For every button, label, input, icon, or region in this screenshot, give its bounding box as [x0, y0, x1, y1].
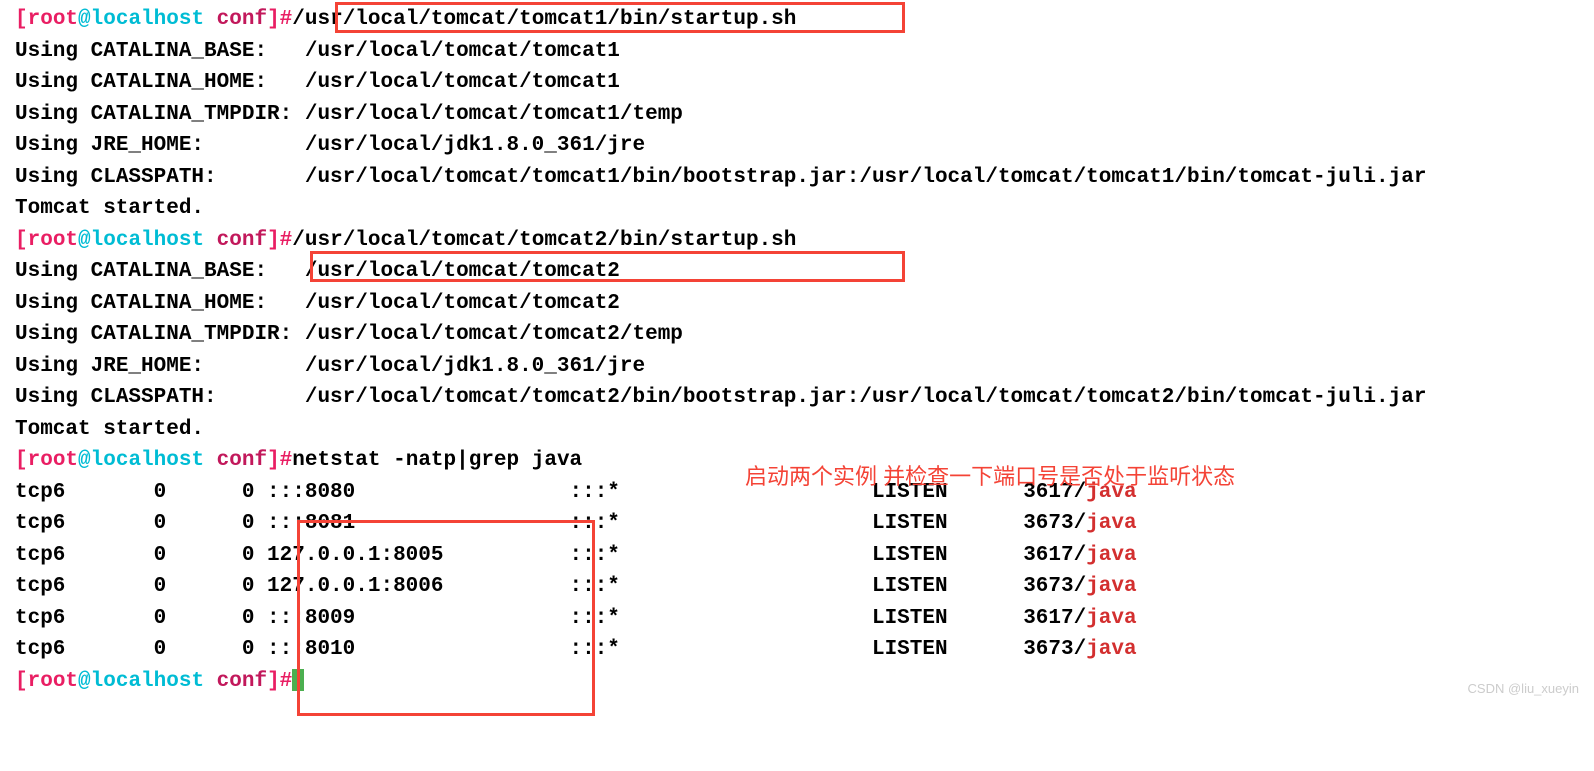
highlight-box-cmd1 [335, 2, 905, 33]
output-line: Tomcat started. [15, 414, 1579, 446]
netstat-row: tcp6 0 0 127.0.0.1:8006 :::* LISTEN 3673… [15, 571, 1579, 603]
prompt-bracket: [ [15, 670, 28, 693]
prompt-user: root [28, 8, 78, 31]
java-process: java [1086, 544, 1136, 567]
prompt-host: @localhost [78, 229, 204, 252]
output-line: Using CLASSPATH: /usr/local/tomcat/tomca… [15, 162, 1579, 194]
prompt-close: ]# [267, 670, 292, 693]
prompt-path: conf [204, 8, 267, 31]
java-process: java [1086, 575, 1136, 598]
netstat-table: tcp6 0 0 :::8080 :::* LISTEN 3617/javatc… [15, 477, 1579, 666]
prompt-host: @localhost [78, 449, 204, 472]
output-line: Using JRE_HOME: /usr/local/jdk1.8.0_361/… [15, 351, 1579, 383]
output-line: Using CATALINA_TMPDIR: /usr/local/tomcat… [15, 99, 1579, 131]
command-text: /usr/local/tomcat/tomcat2/bin/startup.sh [292, 229, 796, 252]
terminal-output: [root@localhost conf]#/usr/local/tomcat/… [15, 4, 1579, 697]
prompt-host: @localhost [78, 8, 204, 31]
netstat-row: tcp6 0 0 :::8009 :::* LISTEN 3617/java [15, 603, 1579, 635]
prompt-close: ]# [267, 229, 292, 252]
prompt-line-4[interactable]: [root@localhost conf]# [15, 666, 1579, 698]
command-text: netstat -natp|grep java [292, 449, 582, 472]
java-process: java [1086, 638, 1136, 661]
prompt-bracket: [ [15, 229, 28, 252]
prompt-user: root [28, 229, 78, 252]
highlight-box-cmd2 [310, 251, 905, 282]
annotation-text: 启动两个实例 并检查一下端口号是否处于监听状态 [745, 460, 1235, 493]
prompt-user: root [28, 670, 78, 693]
output-line: Using JRE_HOME: /usr/local/jdk1.8.0_361/… [15, 130, 1579, 162]
prompt-path: conf [204, 229, 267, 252]
java-process: java [1086, 512, 1136, 535]
prompt-path: conf [204, 449, 267, 472]
prompt-path: conf [204, 670, 267, 693]
output-line: Using CATALINA_BASE: /usr/local/tomcat/t… [15, 36, 1579, 68]
prompt-close: ]# [267, 449, 292, 472]
output-line: Using CATALINA_TMPDIR: /usr/local/tomcat… [15, 319, 1579, 351]
prompt-close: ]# [267, 8, 292, 31]
prompt-bracket: [ [15, 8, 28, 31]
prompt-host: @localhost [78, 670, 204, 693]
netstat-row: tcp6 0 0 :::8081 :::* LISTEN 3673/java [15, 508, 1579, 540]
prompt-user: root [28, 449, 78, 472]
output-line: Using CATALINA_HOME: /usr/local/tomcat/t… [15, 288, 1579, 320]
prompt-bracket: [ [15, 449, 28, 472]
output-line: Tomcat started. [15, 193, 1579, 225]
watermark-text: CSDN @liu_xueyin [1468, 679, 1579, 699]
output-line: Using CATALINA_HOME: /usr/local/tomcat/t… [15, 67, 1579, 99]
netstat-row: tcp6 0 0 :::8010 :::* LISTEN 3673/java [15, 634, 1579, 666]
output-line: Using CLASSPATH: /usr/local/tomcat/tomca… [15, 382, 1579, 414]
java-process: java [1086, 607, 1136, 630]
netstat-row: tcp6 0 0 127.0.0.1:8005 :::* LISTEN 3617… [15, 540, 1579, 572]
highlight-box-ports [297, 520, 595, 716]
